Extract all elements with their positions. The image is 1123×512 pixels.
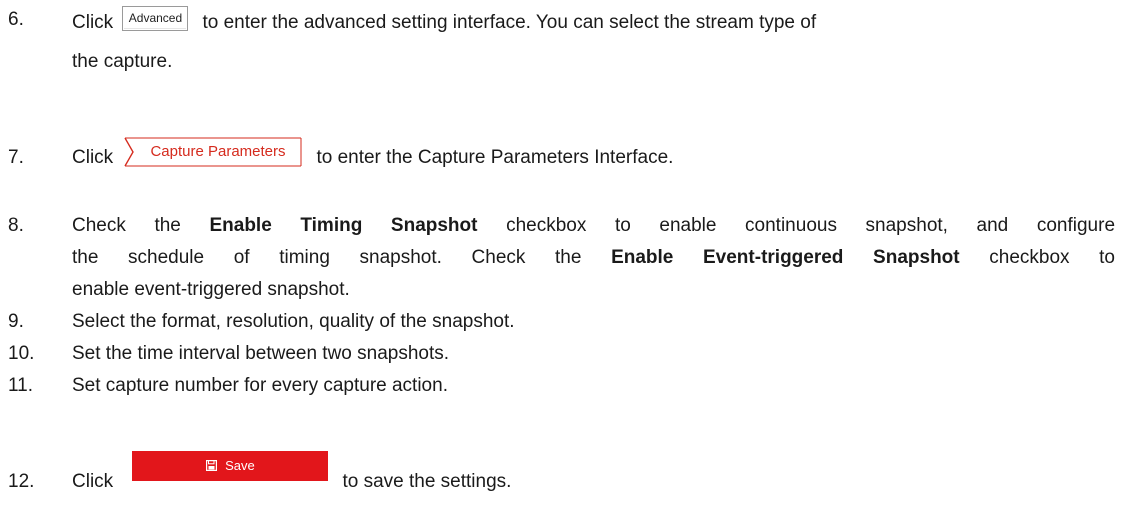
step-text: Click (72, 147, 114, 168)
step-number: 10. (8, 343, 35, 364)
step-text: Check the (72, 215, 181, 236)
step-text: to enter the advanced setting interface.… (202, 12, 817, 33)
step-text: enable event-triggered snapshot. (72, 279, 350, 300)
step-text: to save the settings. (342, 471, 512, 492)
bold-term: Enable Timing Snapshot (209, 215, 478, 236)
step-body: Set the time interval between two snapsh… (72, 338, 1115, 370)
step-number: 7. (8, 147, 24, 168)
advanced-button[interactable]: Advanced (122, 6, 189, 32)
step-body: Set capture number for every capture act… (72, 370, 1115, 402)
step-text: checkbox to enable continuous snapshot, … (506, 215, 1116, 236)
step-text: Set the time interval between two snapsh… (72, 343, 450, 364)
step-body: Click Capture Parameters to enter the Ca… (72, 137, 1115, 174)
step-body: Click Save to save the settings. (72, 450, 1115, 498)
bold-term: Enable Event-triggered Snapshot (611, 247, 960, 268)
step-body: Select the format, resolution, quality o… (72, 306, 1115, 338)
tab-label: Capture Parameters (150, 142, 286, 160)
step-text: Set capture number for every capture act… (72, 375, 448, 396)
step-number: 9. (8, 311, 24, 332)
step-text: the capture. (72, 51, 173, 72)
step-body: Click Advanced to enter the advanced sett… (72, 4, 1115, 82)
step-number: 12. (8, 471, 35, 492)
step-text: checkbox to (989, 247, 1115, 268)
step-number: 6. (8, 9, 24, 30)
step-text: to enter the Capture Parameters Interfac… (316, 147, 674, 168)
floppy-disk-icon (206, 460, 218, 472)
step-text: Select the format, resolution, quality o… (72, 311, 515, 332)
step-number: 8. (8, 215, 24, 236)
capture-parameters-tab[interactable]: Capture Parameters (122, 137, 302, 167)
save-button[interactable]: Save (132, 450, 329, 481)
save-button-label: Save (225, 457, 255, 473)
step-text: Click (72, 12, 114, 33)
step-body: Check the Enable Timing Snapshot checkbo… (72, 210, 1115, 306)
step-number: 11. (8, 375, 34, 396)
step-text: the schedule of timing snapshot. Check t… (72, 247, 582, 268)
step-text: Click (72, 471, 114, 492)
